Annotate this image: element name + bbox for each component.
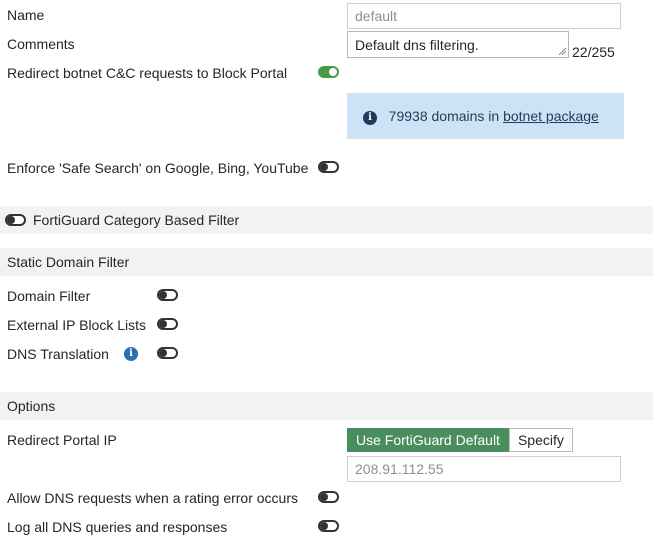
options-header: Options bbox=[0, 392, 653, 420]
dns-translation-toggle[interactable] bbox=[157, 347, 178, 359]
static-domain-filter-header: Static Domain Filter bbox=[0, 248, 653, 276]
comments-textarea[interactable]: Default dns filtering. bbox=[347, 31, 569, 58]
info-icon: i bbox=[363, 111, 377, 125]
fortiguard-category-label: FortiGuard Category Based Filter bbox=[33, 212, 240, 228]
portal-ip-input[interactable]: 208.91.112.55 bbox=[347, 456, 621, 482]
name-input[interactable]: default bbox=[347, 3, 621, 29]
comments-label: Comments bbox=[7, 36, 75, 52]
comments-text: Default dns filtering. bbox=[355, 37, 479, 53]
dns-translation-label: DNS Translation bbox=[7, 346, 109, 362]
domain-filter-toggle[interactable] bbox=[157, 289, 178, 301]
safe-search-toggle[interactable] bbox=[318, 161, 339, 173]
fortiguard-category-section: FortiGuard Category Based Filter bbox=[0, 206, 653, 234]
external-ip-block-lists-label: External IP Block Lists bbox=[7, 317, 147, 333]
use-fortiguard-default-button[interactable]: Use FortiGuard Default bbox=[347, 428, 509, 452]
fortiguard-category-toggle[interactable] bbox=[5, 214, 26, 226]
botnet-package-link[interactable]: botnet package bbox=[503, 108, 599, 124]
log-dns-queries-toggle[interactable] bbox=[318, 520, 339, 532]
allow-dns-rating-error-toggle[interactable] bbox=[318, 491, 339, 503]
log-dns-queries-label: Log all DNS queries and responses bbox=[7, 519, 228, 535]
domain-filter-label: Domain Filter bbox=[7, 288, 91, 304]
redirect-portal-button-group: Use FortiGuard Default Specify bbox=[347, 428, 573, 452]
allow-dns-rating-error-label: Allow DNS requests when a rating error o… bbox=[7, 490, 299, 506]
safe-search-label: Enforce 'Safe Search' on Google, Bing, Y… bbox=[7, 160, 309, 176]
name-label: Name bbox=[7, 7, 45, 23]
dns-translation-info-icon[interactable]: i bbox=[124, 347, 138, 361]
specify-button[interactable]: Specify bbox=[508, 428, 573, 452]
botnet-domain-count: 79938 domains in bbox=[388, 108, 500, 124]
botnet-toggle[interactable] bbox=[318, 66, 339, 78]
redirect-portal-ip-label: Redirect Portal IP bbox=[7, 432, 117, 448]
botnet-label: Redirect botnet C&C requests to Block Po… bbox=[7, 65, 288, 81]
resize-grip-icon[interactable] bbox=[558, 47, 566, 55]
external-ip-block-lists-toggle[interactable] bbox=[157, 318, 178, 330]
botnet-info-box: i 79938 domains in botnet package bbox=[347, 93, 624, 139]
comments-counter: 22/255 bbox=[572, 44, 615, 60]
